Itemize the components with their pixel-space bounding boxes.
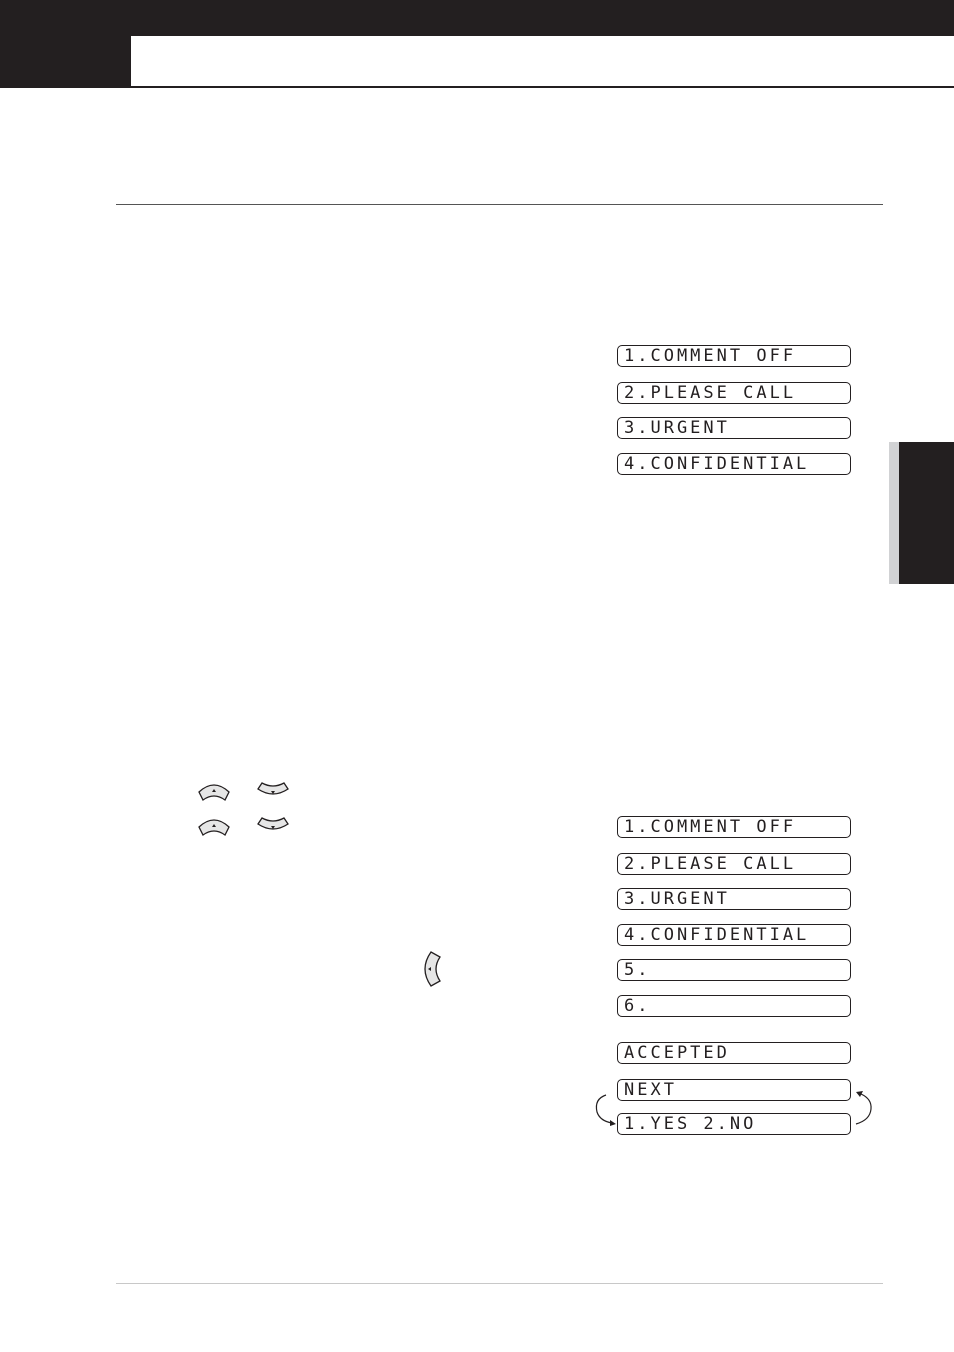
cycle-arrow-icon — [855, 1091, 872, 1125]
lcd-display-comment-6: 6. — [617, 995, 851, 1017]
lcd-display-urgent: 3.URGENT — [617, 888, 851, 910]
lcd-display-confidential: 4.CONFIDENTIAL — [617, 453, 851, 475]
section-divider — [116, 204, 883, 205]
lcd-display-please-call: 2.PLEASE CALL — [617, 853, 851, 875]
lcd-display-comment-5: 5. — [617, 959, 851, 981]
side-chapter-tab — [899, 442, 954, 584]
down-arrow-key-icon — [257, 817, 289, 830]
lcd-display-confidential: 4.CONFIDENTIAL — [617, 924, 851, 946]
lcd-display-accepted: ACCEPTED — [617, 1042, 851, 1064]
left-arrow-key-icon — [424, 951, 441, 987]
side-tab-shade — [889, 442, 899, 584]
lcd-display-comment-off: 1.COMMENT OFF — [617, 345, 851, 367]
cycle-arrow-icon — [595, 1094, 616, 1126]
chapter-tab — [0, 36, 131, 88]
lcd-display-yes-no: 1.YES 2.NO — [617, 1113, 851, 1135]
up-arrow-key-icon — [198, 784, 230, 801]
lcd-display-next: NEXT — [617, 1079, 851, 1101]
lcd-display-urgent: 3.URGENT — [617, 417, 851, 439]
header-bar — [0, 0, 954, 36]
header-rule — [131, 86, 954, 88]
lcd-display-please-call: 2.PLEASE CALL — [617, 382, 851, 404]
lcd-display-comment-off: 1.COMMENT OFF — [617, 816, 851, 838]
down-arrow-key-icon — [257, 782, 289, 795]
footer-rule — [116, 1283, 883, 1284]
up-arrow-key-icon — [198, 819, 230, 836]
